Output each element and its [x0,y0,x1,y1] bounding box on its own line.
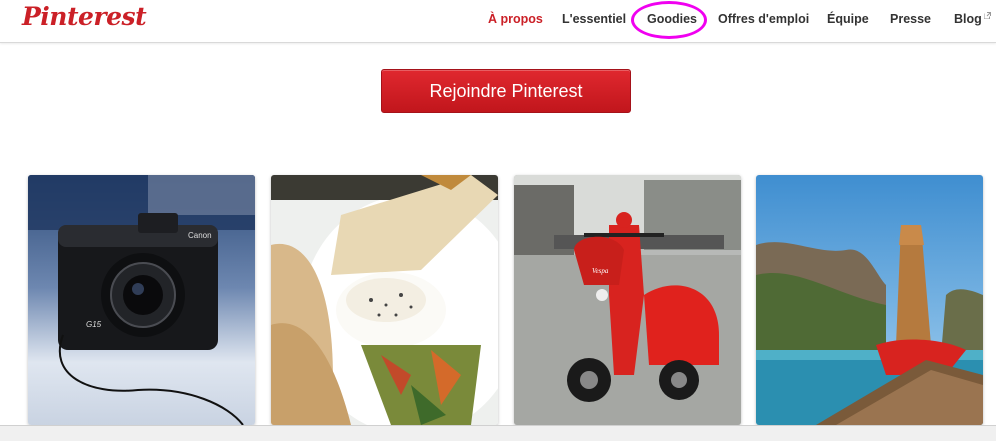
camera-model-text: G15 [86,320,102,329]
pin-image-food[interactable] [271,175,498,425]
vespa-badge-text: Vespa [592,267,609,275]
nav-link-essentiel[interactable]: L'essentiel [562,12,626,26]
nav-link-offres-emploi[interactable]: Offres d'emploi [718,12,809,26]
pin-image-camera[interactable]: Canon G15 [28,175,255,425]
food-photo [271,175,498,425]
nav-link-goodies[interactable]: Goodies [647,12,697,26]
nav-link-blog[interactable]: Blog [954,12,991,26]
external-link-icon [983,12,991,19]
camera-photo: Canon G15 [28,175,255,425]
main-nav: À propos L'essentiel Goodies Offres d'em… [0,12,996,32]
longtail-boat-photo [756,175,983,425]
pin-image-scooter[interactable]: Vespa [514,175,741,425]
nav-link-a-propos[interactable]: À propos [488,12,543,26]
nav-link-blog-label: Blog [954,12,982,26]
nav-link-presse[interactable]: Presse [890,12,931,26]
camera-brand-text: Canon [188,231,212,240]
join-pinterest-button[interactable]: Rejoindre Pinterest [381,69,631,113]
top-navigation-bar: Pinterest À propos L'essentiel Goodies O… [0,0,996,43]
scooter-photo: Vespa [514,175,741,425]
horizontal-scrollbar[interactable] [0,425,996,441]
nav-link-equipe[interactable]: Équipe [827,12,869,26]
pin-image-boat[interactable] [756,175,983,425]
